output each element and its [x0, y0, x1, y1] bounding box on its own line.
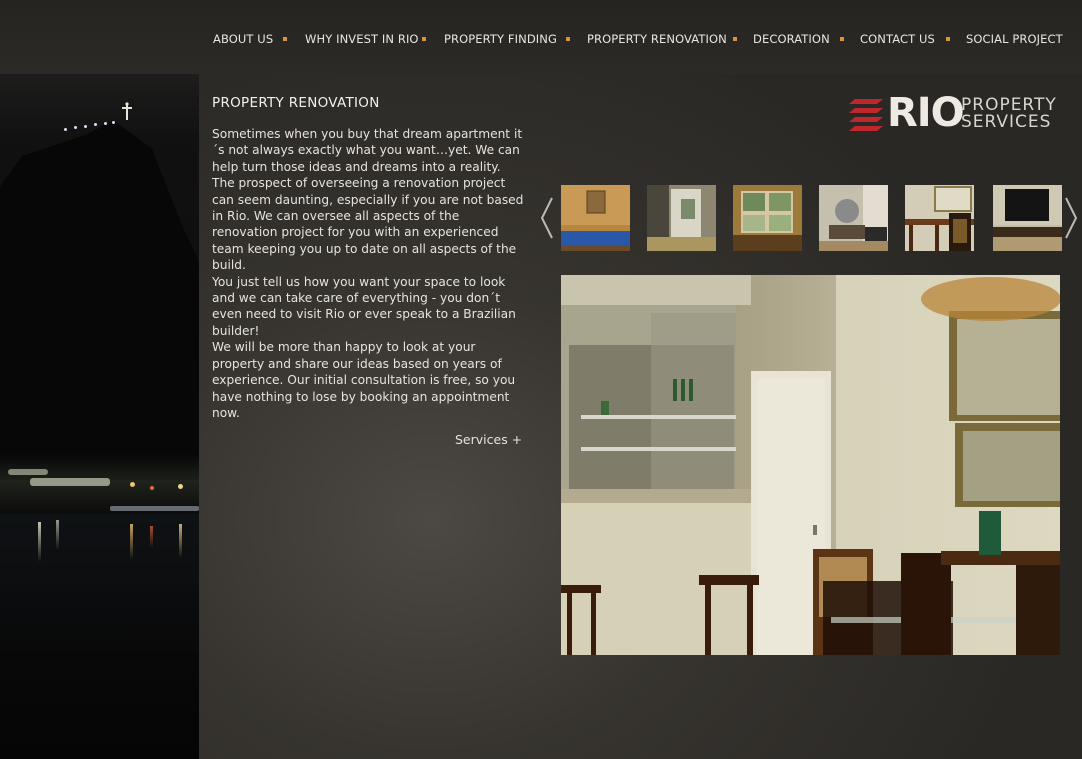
nav-separator — [283, 37, 287, 41]
corcovado-mountain — [0, 120, 199, 480]
bedroom-thumbnail[interactable] — [561, 185, 630, 251]
nav-separator — [946, 37, 950, 41]
rio-night-photo — [0, 74, 199, 759]
nav-separator — [840, 37, 844, 41]
nav-separator — [422, 37, 426, 41]
logo-stripes-icon — [849, 99, 883, 131]
logo-wordmark: RIO — [887, 90, 965, 136]
living-room-thumbnail[interactable] — [819, 185, 888, 251]
renovation-description: Sometimes when you buy that dream apartm… — [212, 126, 524, 421]
doorway-thumbnail[interactable] — [647, 185, 716, 251]
window-thumbnail[interactable] — [733, 185, 802, 251]
nav-decoration[interactable]: DECORATION — [753, 32, 830, 46]
nav-social-project[interactable]: SOCIAL PROJECT — [966, 32, 1063, 46]
nav-property-renovation[interactable]: PROPERTY RENOVATION — [587, 32, 727, 46]
main-nav: ABOUT US WHY INVEST IN RIO PROPERTY FIND… — [0, 32, 1082, 48]
paragraph: You just tell us how you want your space… — [212, 274, 516, 338]
nav-why-invest-in-rio[interactable]: WHY INVEST IN RIO — [305, 32, 419, 46]
nav-separator — [566, 37, 570, 41]
page: ABOUT US WHY INVEST IN RIO PROPERTY FIND… — [0, 0, 1082, 759]
paragraph: We will be more than happy to look at yo… — [212, 340, 516, 420]
tv-room-thumbnail[interactable] — [993, 185, 1062, 251]
chevron-right-icon[interactable] — [1064, 196, 1078, 240]
page-title: PROPERTY RENOVATION — [212, 95, 380, 111]
renovation-main-photo — [561, 275, 1060, 655]
nav-separator — [733, 37, 737, 41]
christ-statue-icon — [122, 102, 132, 120]
rio-property-services-logo[interactable]: RIO PROPERTY SERVICES — [849, 93, 1061, 133]
nav-about-us[interactable]: ABOUT US — [213, 32, 273, 46]
lagoon-water — [0, 514, 199, 759]
logo-line-services: SERVICES — [961, 112, 1052, 132]
dining-thumbnail[interactable] — [905, 185, 974, 251]
paragraph: Sometimes when you buy that dream apartm… — [212, 127, 524, 273]
chevron-left-icon[interactable] — [540, 196, 554, 240]
services-link[interactable]: Services + — [455, 432, 522, 447]
nav-property-finding[interactable]: PROPERTY FINDING — [444, 32, 557, 46]
nav-contact-us[interactable]: CONTACT US — [860, 32, 935, 46]
